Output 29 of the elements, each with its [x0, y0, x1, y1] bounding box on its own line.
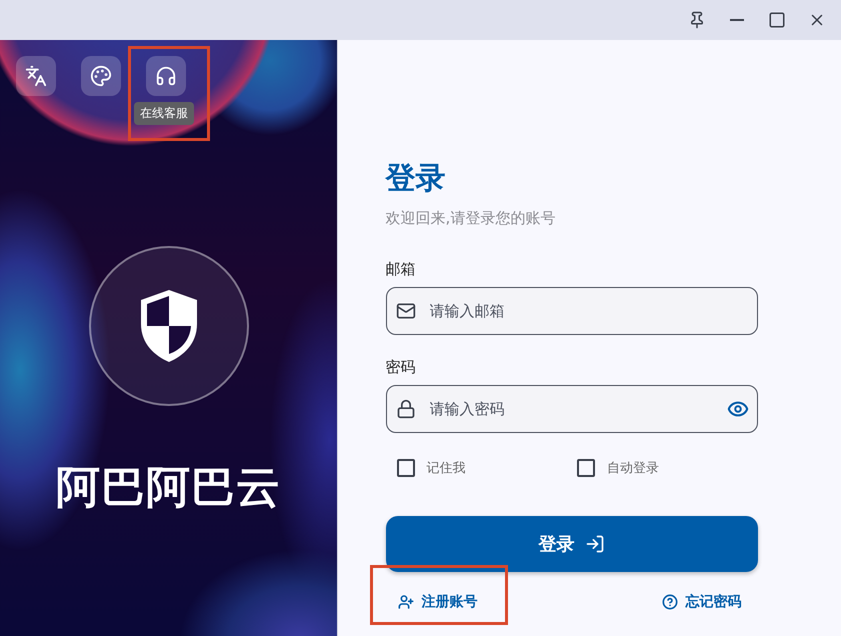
- translate-icon: [25, 65, 47, 87]
- help-icon: [662, 594, 678, 610]
- password-field[interactable]: 请输入密码: [386, 385, 758, 433]
- palette-button[interactable]: [81, 56, 121, 96]
- add-user-icon: [398, 594, 414, 610]
- checkbox-label: 自动登录: [607, 460, 659, 477]
- subtitle: 欢迎回来,请登录您的账号: [386, 209, 556, 228]
- mail-icon: [396, 301, 416, 321]
- email-field[interactable]: 请输入邮箱: [386, 287, 758, 335]
- pin-icon: [688, 11, 706, 29]
- palette-icon: [90, 65, 112, 87]
- headset-button[interactable]: [146, 56, 186, 96]
- login-icon: [584, 534, 604, 554]
- maximize-icon: [768, 11, 786, 29]
- register-link[interactable]: 注册账号: [398, 593, 478, 611]
- translate-button[interactable]: [16, 56, 56, 96]
- lock-icon: [396, 399, 416, 419]
- login-title: 登录: [386, 160, 446, 198]
- login-button[interactable]: 登录: [386, 516, 758, 572]
- checkbox[interactable]: [577, 459, 595, 477]
- headset-icon: [155, 65, 177, 87]
- field-label: 密码: [386, 358, 416, 377]
- field-label: 邮箱: [386, 260, 416, 279]
- checkbox[interactable]: [396, 459, 414, 477]
- brand-name: 阿巴阿巴云: [56, 461, 281, 515]
- forgot-password-link[interactable]: 忘记密码: [662, 593, 742, 611]
- minimize-icon: [730, 19, 744, 21]
- checkbox-label: 记住我: [426, 460, 466, 477]
- tooltip: 在线客服: [134, 102, 194, 125]
